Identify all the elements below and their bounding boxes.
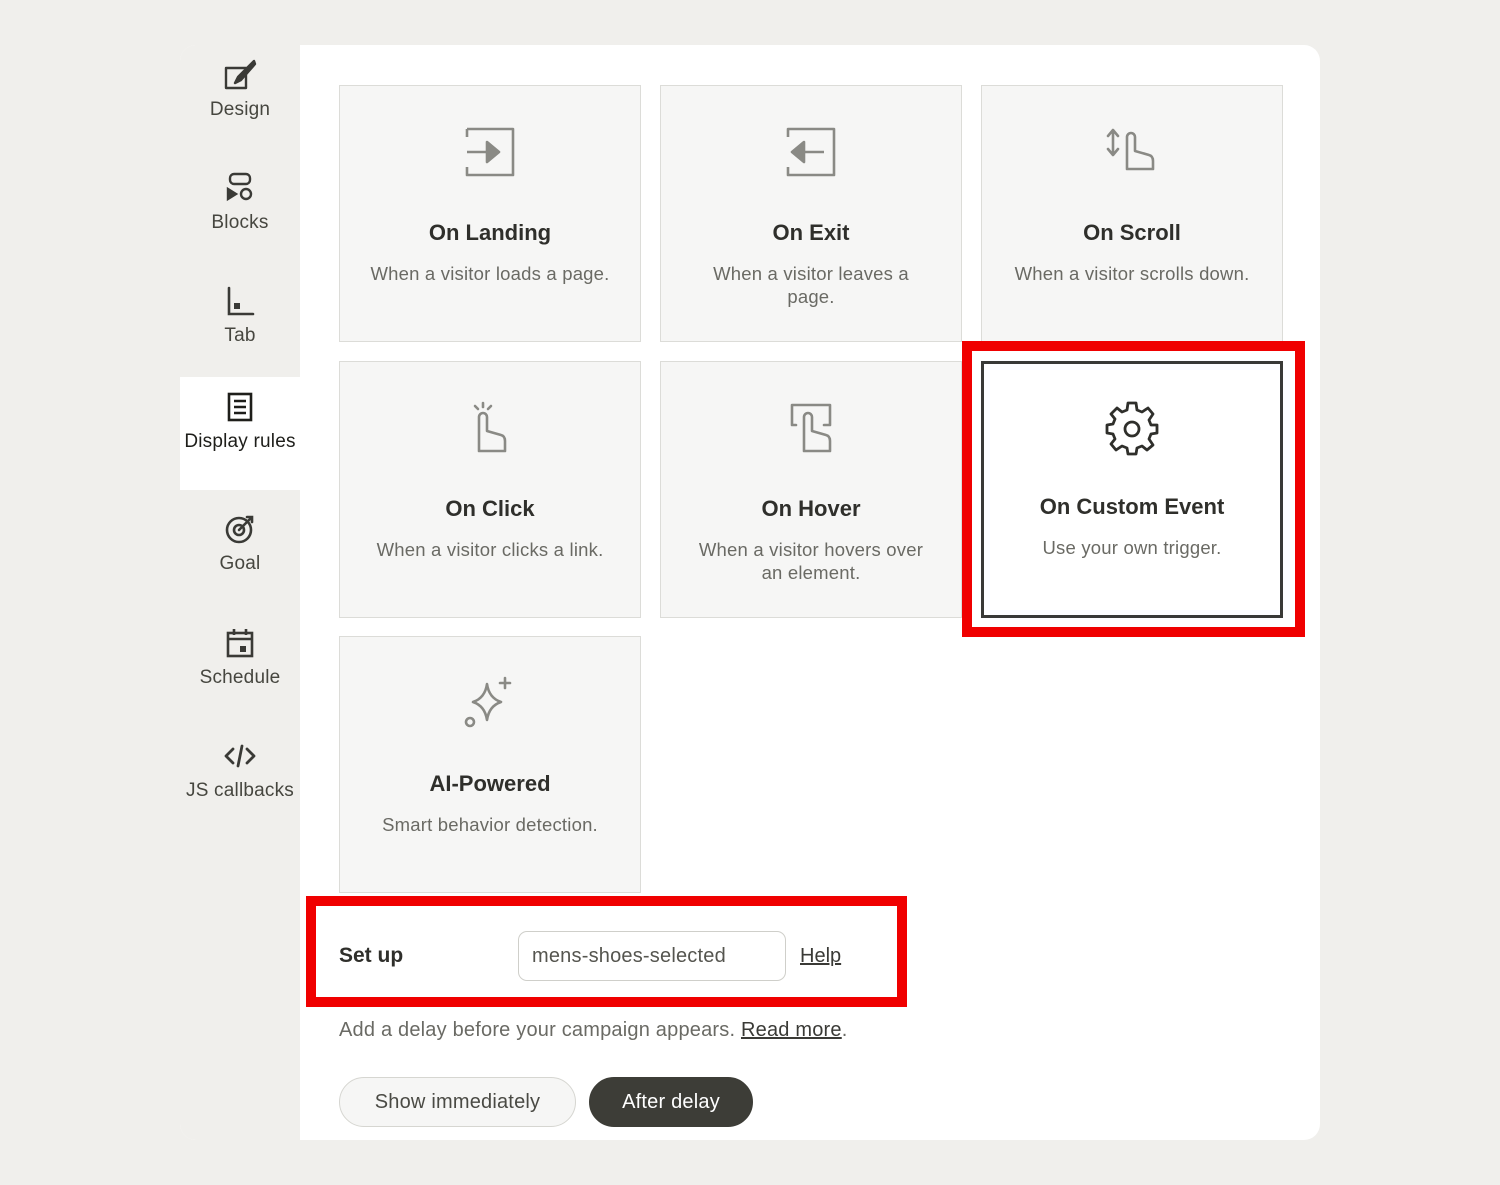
trigger-title: On Custom Event	[1039, 494, 1225, 519]
trigger-description: Smart behavior detection.	[382, 814, 598, 835]
sidebar-item-display-rules[interactable]: Display rules	[180, 377, 300, 490]
show-immediately-button[interactable]: Show immediately	[339, 1077, 576, 1127]
sidebar-item-label: Design	[209, 99, 271, 120]
sidebar-item-js-callbacks[interactable]: JS callbacks	[180, 726, 300, 839]
help-link[interactable]: Help	[800, 945, 841, 968]
delay-note-period: .	[841, 1019, 848, 1041]
enter-icon	[460, 122, 520, 182]
display-rules-icon	[222, 389, 258, 425]
sidebar-item-goal[interactable]: Goal	[180, 499, 300, 612]
trigger-description: When a visitor loads a page.	[370, 263, 610, 284]
exit-icon	[781, 122, 841, 182]
sidebar-item-label: Display rules	[184, 431, 296, 452]
campaign-editor-panel: Design Blocks Tab Display rules Goal Sch…	[180, 45, 1320, 1140]
sidebar-item-label: Schedule	[199, 667, 281, 688]
sidebar-item-label: JS callbacks	[186, 780, 294, 801]
hover-hand-icon	[781, 398, 841, 458]
trigger-card-on-hover[interactable]: On Hover When a visitor hovers over an e…	[660, 361, 962, 618]
design-icon	[222, 57, 258, 93]
trigger-card-on-exit[interactable]: On Exit When a visitor leaves a page.	[660, 85, 962, 342]
trigger-title: On Exit	[772, 220, 850, 245]
click-hand-icon	[460, 398, 520, 458]
sidebar: Design Blocks Tab Display rules Goal Sch…	[180, 45, 300, 1140]
trigger-card-on-scroll[interactable]: On Scroll When a visitor scrolls down.	[981, 85, 1283, 342]
blocks-icon	[222, 170, 258, 206]
goal-icon	[222, 511, 258, 547]
trigger-card-on-custom-event[interactable]: On Custom Event Use your own trigger.	[981, 361, 1283, 618]
read-more-link[interactable]: Read more	[741, 1019, 842, 1041]
sidebar-item-schedule[interactable]: Schedule	[180, 613, 300, 726]
sidebar-item-label: Tab	[224, 325, 256, 346]
after-delay-button[interactable]: After delay	[589, 1077, 753, 1127]
trigger-title: AI-Powered	[429, 771, 551, 796]
sidebar-item-label: Goal	[219, 553, 261, 574]
code-icon	[222, 738, 258, 774]
trigger-description: When a visitor scrolls down.	[1014, 263, 1250, 284]
sparkle-icon	[460, 673, 520, 733]
custom-event-name-input[interactable]	[518, 931, 786, 981]
tab-icon	[222, 283, 258, 319]
trigger-card-ai-powered[interactable]: AI-Powered Smart behavior detection.	[339, 636, 641, 893]
custom-event-setup: Set up Help	[339, 930, 859, 982]
trigger-title: On Scroll	[1083, 220, 1181, 245]
trigger-description: When a visitor leaves a page.	[713, 263, 909, 307]
trigger-title: On Landing	[428, 220, 552, 245]
trigger-description: When a visitor hovers over an element.	[698, 539, 924, 583]
trigger-card-on-click[interactable]: On Click When a visitor clicks a link.	[339, 361, 641, 618]
sidebar-item-design[interactable]: Design	[180, 45, 300, 158]
trigger-description: Use your own trigger.	[1042, 537, 1222, 558]
gear-icon	[1102, 398, 1162, 458]
trigger-title: On Hover	[761, 496, 861, 521]
delay-note: Add a delay before your campaign appears…	[339, 1019, 848, 1042]
schedule-icon	[222, 625, 258, 661]
scroll-hand-icon	[1102, 122, 1162, 182]
trigger-title: On Click	[445, 496, 535, 521]
trigger-card-on-landing[interactable]: On Landing When a visitor loads a page.	[339, 85, 641, 342]
sidebar-item-tab[interactable]: Tab	[180, 271, 300, 384]
setup-label: Set up	[339, 944, 404, 967]
trigger-description: When a visitor clicks a link.	[376, 539, 604, 560]
display-rules-content: On Landing When a visitor loads a page. …	[300, 45, 1320, 1140]
sidebar-item-label: Blocks	[211, 212, 269, 233]
delay-note-text: Add a delay before your campaign appears…	[339, 1019, 736, 1041]
sidebar-item-blocks[interactable]: Blocks	[180, 158, 300, 271]
